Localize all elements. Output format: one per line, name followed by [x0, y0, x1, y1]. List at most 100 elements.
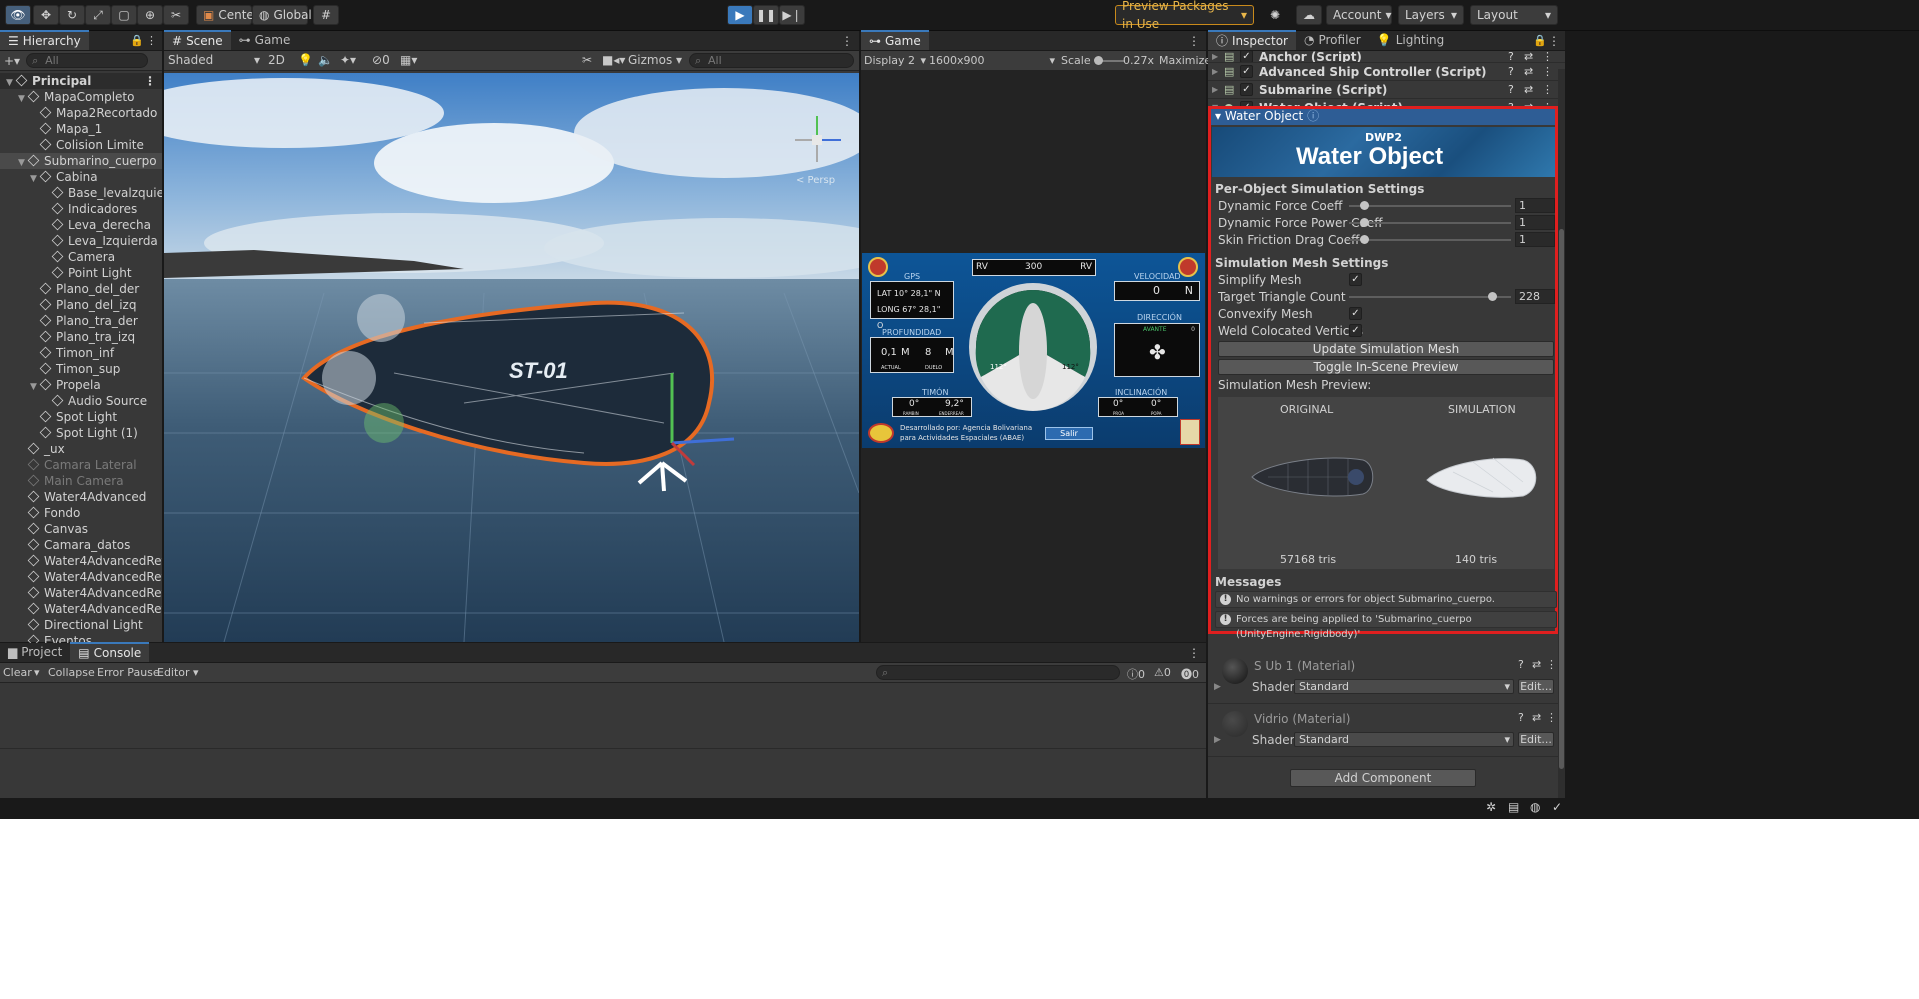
component-enabled-checkbox[interactable]: ✓: [1240, 51, 1253, 62]
audio-toggle-icon[interactable]: 🔈: [318, 53, 333, 67]
simplify-mesh-checkbox[interactable]: ✓: [1349, 273, 1362, 286]
tab-game[interactable]: ⊶ Game: [231, 30, 299, 50]
grid-toggle-icon[interactable]: ▦▾: [400, 53, 417, 67]
hierarchy-item[interactable]: Audio Source: [0, 393, 162, 409]
rotate-tool-icon[interactable]: ↻: [59, 5, 85, 25]
info-count-toggle[interactable]: ⓘ0: [1127, 666, 1145, 682]
slider-knob[interactable]: [1359, 201, 1369, 210]
custom-tool-icon[interactable]: ✂: [163, 5, 189, 25]
toggle-preview-button[interactable]: Toggle In-Scene Preview: [1218, 359, 1554, 375]
inspector-scrollbar[interactable]: [1558, 69, 1565, 798]
skin-friction-field[interactable]: 1: [1515, 232, 1555, 247]
convexify-checkbox[interactable]: ✓: [1349, 307, 1362, 320]
help-icon[interactable]: ?: [1518, 711, 1524, 724]
warning-count-toggle[interactable]: ⚠0: [1154, 666, 1171, 679]
slider-knob[interactable]: [1359, 235, 1369, 244]
camera-icon[interactable]: ■◂▾: [602, 53, 625, 67]
shading-mode-dropdown[interactable]: Shaded ▾: [168, 53, 260, 67]
shader-dropdown[interactable]: Standard ▾: [1294, 732, 1514, 747]
grid-snap-icon[interactable]: #: [313, 5, 339, 25]
tab-project[interactable]: ▆ Project: [0, 642, 70, 662]
help-icon[interactable]: ?: [1518, 658, 1524, 671]
slider-knob[interactable]: [1487, 292, 1497, 301]
hierarchy-item[interactable]: Fondo: [0, 505, 162, 521]
hierarchy-item[interactable]: Plano_tra_izq: [0, 329, 162, 345]
dynamic-force-coeff-slider[interactable]: [1349, 205, 1511, 207]
tab-inspector[interactable]: ⓘ Inspector: [1208, 30, 1296, 50]
progress-icon[interactable]: ◍: [1530, 800, 1540, 814]
hierarchy-item[interactable]: Plano_del_der: [0, 281, 162, 297]
kebab-menu-icon[interactable]: ⋮: [1542, 65, 1553, 78]
resolution-dropdown[interactable]: 1600x900 ▾: [929, 54, 1055, 67]
dynamic-force-coeff-field[interactable]: 1: [1515, 198, 1555, 213]
hierarchy-item[interactable]: Camara_datos: [0, 537, 162, 553]
hierarchy-item[interactable]: Point Light: [0, 265, 162, 281]
preview-packages-button[interactable]: Preview Packages in Use ▾: [1115, 0, 1254, 31]
hierarchy-item[interactable]: Indicadores: [0, 201, 162, 217]
shader-edit-button[interactable]: Edit...: [1518, 679, 1554, 694]
lighting-toggle-icon[interactable]: 💡: [298, 53, 313, 67]
hierarchy-item[interactable]: Timon_sup: [0, 361, 162, 377]
hierarchy-item[interactable]: Water4AdvancedReflection: [0, 585, 162, 601]
skin-friction-slider[interactable]: [1349, 239, 1511, 241]
preset-icon[interactable]: ⇄: [1524, 83, 1533, 96]
hierarchy-item[interactable]: Camara Lateral: [0, 457, 162, 473]
preset-icon[interactable]: ⇄: [1524, 65, 1533, 78]
tools-icon[interactable]: ✂: [582, 53, 592, 67]
water-object-header[interactable]: ▾ Water Object ⓘ: [1211, 109, 1555, 125]
hierarchy-item[interactable]: Colision Limite: [0, 137, 162, 153]
foldout-arrow-icon[interactable]: ▶: [1212, 67, 1224, 76]
kebab-menu-icon[interactable]: ⋮: [1188, 34, 1200, 48]
help-icon[interactable]: ?: [1508, 65, 1514, 78]
hierarchy-item[interactable]: ▼ MapaCompleto: [0, 89, 162, 105]
tab-scene[interactable]: # Scene: [164, 30, 231, 50]
hierarchy-item[interactable]: Mapa_1: [0, 121, 162, 137]
transform-tool-icon[interactable]: ⊕: [137, 5, 163, 25]
kebab-menu-icon[interactable]: ⋮: [1542, 83, 1553, 96]
component-header[interactable]: ▶ ▤ ✓ Submarine (Script)? ⇄ ⋮: [1208, 81, 1565, 99]
clear-button[interactable]: Clear: [3, 666, 32, 679]
hierarchy-item[interactable]: ▼ Propela: [0, 377, 162, 393]
rect-tool-icon[interactable]: ▢: [111, 5, 137, 25]
move-tool-icon[interactable]: ✥: [33, 5, 59, 25]
hierarchy-item[interactable]: Directional Light: [0, 617, 162, 633]
hidden-objects-icon[interactable]: ⊘0: [372, 53, 390, 67]
console-search-input[interactable]: ⌕: [876, 665, 1120, 680]
preset-icon[interactable]: ⇄: [1532, 658, 1541, 671]
tab-game-view[interactable]: ⊶ Game: [861, 30, 929, 50]
foldout-arrow-icon[interactable]: ▼: [30, 171, 40, 185]
play-button[interactable]: ▶: [727, 5, 753, 25]
scrollbar-thumb[interactable]: [1559, 229, 1564, 769]
preset-icon[interactable]: ⇄: [1532, 711, 1541, 724]
foldout-arrow-icon[interactable]: ▶: [1214, 682, 1221, 692]
component-enabled-checkbox[interactable]: ✓: [1240, 65, 1253, 78]
hierarchy-item[interactable]: Leva_Izquierda: [0, 233, 162, 249]
error-count-toggle[interactable]: ⓿0: [1181, 666, 1199, 682]
foldout-arrow-icon[interactable]: ▶: [1214, 735, 1221, 745]
hierarchy-item[interactable]: Plano_del_izq: [0, 297, 162, 313]
help-icon[interactable]: ?: [1508, 51, 1514, 62]
foldout-arrow-icon[interactable]: ▶: [1212, 85, 1224, 94]
hierarchy-item[interactable]: Water4Advanced: [0, 489, 162, 505]
hierarchy-item[interactable]: ▼ Submarino_cuerpo: [0, 153, 162, 169]
cloud-icon[interactable]: ☁: [1296, 5, 1322, 25]
foldout-arrow-icon[interactable]: ▶: [1212, 52, 1224, 61]
lock-icon[interactable]: 🔒: [1533, 34, 1547, 47]
editor-dropdown[interactable]: Editor ▾: [157, 666, 199, 679]
help-icon[interactable]: ⓘ: [1307, 109, 1319, 123]
kebab-menu-icon[interactable]: ⋮: [1548, 34, 1560, 48]
collab-icon[interactable]: ✺: [1262, 5, 1288, 25]
kebab-menu-icon[interactable]: ⋮: [841, 34, 853, 48]
scale-slider-knob[interactable]: [1094, 56, 1103, 65]
scale-tool-icon[interactable]: ⤢: [85, 5, 111, 25]
kebab-menu-icon[interactable]: ⋮: [1188, 646, 1200, 660]
component-header[interactable]: ▶ ▤ ✓ Advanced Ship Controller (Script)? ⇄ ⋮: [1208, 63, 1565, 81]
shader-edit-button[interactable]: Edit...: [1518, 732, 1554, 747]
hierarchy-item[interactable]: Base_levalzquierda: [0, 185, 162, 201]
hierarchy-scene-row[interactable]: ▼ Principal ⋮: [0, 73, 162, 89]
account-dropdown[interactable]: Account ▾: [1326, 5, 1392, 25]
update-simulation-mesh-button[interactable]: Update Simulation Mesh: [1218, 341, 1554, 357]
lock-icon[interactable]: 🔒: [130, 34, 144, 47]
gizmos-dropdown[interactable]: Gizmos ▾: [628, 53, 682, 67]
effects-toggle-icon[interactable]: ✦▾: [340, 53, 356, 67]
